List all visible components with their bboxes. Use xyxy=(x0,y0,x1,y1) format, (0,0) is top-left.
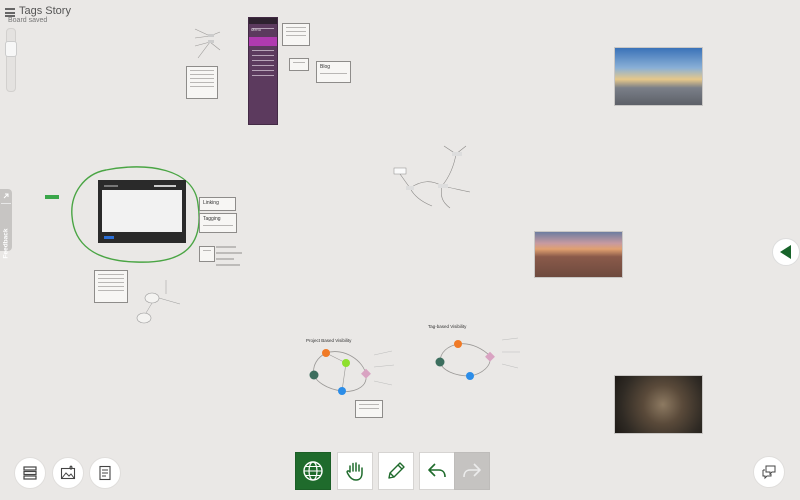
notes-button[interactable] xyxy=(89,457,121,489)
green-tag[interactable] xyxy=(45,195,59,199)
note-card-small[interactable] xyxy=(289,58,309,71)
board-title[interactable]: Tags Story xyxy=(19,5,71,17)
aerial-night-photo[interactable] xyxy=(614,375,703,434)
notes-icon xyxy=(99,465,111,481)
globe-icon xyxy=(303,461,323,481)
zoom-slider[interactable] xyxy=(5,28,17,92)
image-upload-button[interactable] xyxy=(52,457,84,489)
diagram-title: Tag-based Visibility xyxy=(428,324,467,329)
undo-button[interactable] xyxy=(419,452,455,490)
undo-icon xyxy=(428,463,446,478)
note-card[interactable] xyxy=(186,66,218,99)
hamburger-menu-icon[interactable] xyxy=(5,8,15,17)
redo-button[interactable] xyxy=(454,452,490,490)
pencil-tool-button[interactable] xyxy=(378,452,414,490)
linking-note[interactable]: Linking xyxy=(199,197,236,211)
note-card-small[interactable] xyxy=(199,246,215,262)
project-visibility-diagram[interactable]: Project Based Visibility xyxy=(304,337,400,419)
chat-icon xyxy=(762,465,776,480)
arrow-icon xyxy=(3,193,9,199)
board-header: Tags Story Board saved xyxy=(4,4,144,34)
panel-toggle-button[interactable] xyxy=(772,238,800,266)
redo-icon xyxy=(463,463,481,478)
layers-button[interactable] xyxy=(14,457,46,489)
image-upload-icon xyxy=(60,465,76,480)
pencil-icon xyxy=(388,462,405,479)
triangle-left-icon xyxy=(780,245,791,259)
note-card[interactable] xyxy=(94,270,128,303)
center-mindmap[interactable] xyxy=(392,140,482,215)
tagging-note[interactable]: Tagging xyxy=(199,213,237,233)
layers-icon xyxy=(23,466,37,480)
save-status: Board saved xyxy=(8,17,48,24)
mini-flow[interactable] xyxy=(136,276,196,326)
chat-button[interactable] xyxy=(753,456,785,488)
note-card[interactable] xyxy=(355,400,383,418)
mini-mindmap[interactable] xyxy=(190,24,230,64)
embedded-screenshot[interactable] xyxy=(98,180,186,243)
feedback-tab[interactable]: Feedback xyxy=(0,189,12,259)
sidebar-panel[interactable]: Menu xyxy=(248,17,278,125)
city-skyline-photo[interactable] xyxy=(614,47,703,106)
hand-tool-button[interactable] xyxy=(337,452,373,490)
sidebar-highlight xyxy=(249,37,277,46)
zoom-slider-handle[interactable] xyxy=(5,41,17,57)
mindmap-links xyxy=(194,28,221,59)
blog-note[interactable]: Blog xyxy=(316,61,351,83)
diagram-title: Project Based Visibility xyxy=(306,338,352,343)
feedback-label: Feedback xyxy=(2,228,10,259)
tag-visibility-diagram[interactable]: Tag-based Visibility xyxy=(428,324,524,396)
hand-icon xyxy=(346,462,363,481)
globe-tool-button[interactable] xyxy=(295,452,331,490)
city-sunset-photo[interactable] xyxy=(534,231,623,278)
text-snippet[interactable] xyxy=(216,246,248,276)
sidebar-header: Menu xyxy=(249,18,277,32)
note-card[interactable] xyxy=(282,23,310,46)
